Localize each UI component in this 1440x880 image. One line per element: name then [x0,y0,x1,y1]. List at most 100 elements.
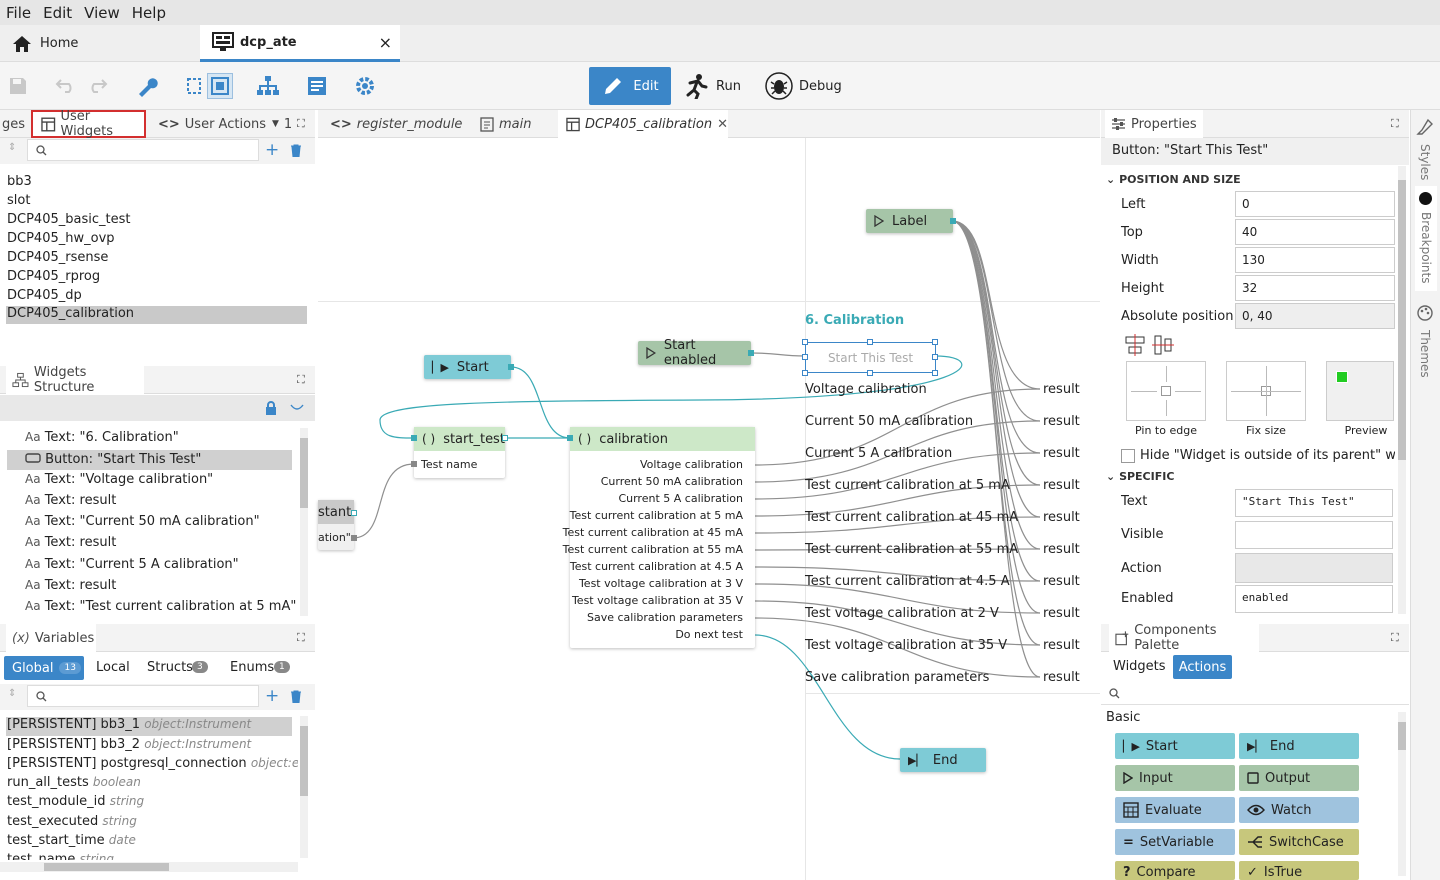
tree-item[interactable]: Aa Text: result [25,578,116,593]
palette-item-compare[interactable]: ? Compare [1115,861,1235,880]
tree-item[interactable]: Aa Text: result [25,535,116,550]
sort-icon[interactable]: ⇕ [8,142,16,153]
align-middle-icon[interactable] [1151,333,1175,357]
palette-item-end[interactable]: ▶▏ End [1239,733,1359,759]
tab-user-actions[interactable]: <> User Actions [158,110,266,138]
close-tab-icon[interactable]: ✕ [717,117,728,132]
resize-handle[interactable] [802,339,808,345]
tab-properties[interactable]: Properties [1105,110,1203,138]
output-port[interactable] [502,435,508,441]
start-this-test-widget[interactable]: Start This Test [805,342,936,373]
frame-icon[interactable] [207,73,233,99]
palette-item-setvariable[interactable]: = SetVariable [1115,829,1235,855]
end-node[interactable]: ▶▏ End [900,748,986,772]
variables-hscrollbar[interactable] [0,862,298,872]
side-tab-themes[interactable]: Themes [1416,304,1434,378]
select-icon[interactable] [183,74,207,98]
menu-edit[interactable]: Edit [37,4,78,22]
palette-item-input[interactable]: Input [1115,765,1235,791]
height-input[interactable]: 32 [1235,275,1395,301]
palette-item-evaluate[interactable]: Evaluate [1115,797,1235,823]
tree-item[interactable]: Aa Text: "6. Calibration" [25,430,179,445]
list-item[interactable]: DCP405_dp [7,288,82,303]
eye-icon[interactable] [290,404,304,412]
debug-mode-button[interactable]: Debug [765,67,855,105]
palette-item-watch[interactable]: Watch [1239,797,1359,823]
text-widget[interactable]: Test current calibration at 55 mA [805,542,1018,557]
section-position-and-size[interactable]: ⌄ POSITION AND SIZE [1106,173,1241,186]
document-icon[interactable] [305,74,329,98]
input-port[interactable] [567,435,573,441]
tab-user-widgets[interactable]: User Widgets [31,109,146,139]
side-tab-breakpoints[interactable]: Breakpoints [1415,186,1437,291]
structure-scrollbar[interactable] [300,428,308,616]
tab-global[interactable]: Global 13 [4,656,84,680]
text-widget[interactable]: Save calibration parameters [805,670,989,685]
maximize-icon[interactable]: ⛶ [297,110,305,138]
maximize-icon[interactable]: ⛶ [297,624,305,652]
tab-widgets-structure[interactable]: Widgets Structure [6,365,144,395]
text-widget[interactable]: Test voltage calibration at 2 V [805,606,999,621]
top-input[interactable]: 40 [1235,219,1395,245]
result-text-widget[interactable]: result [1043,670,1080,685]
visible-input[interactable] [1235,521,1393,549]
tab-project[interactable]: dcp_ate × [200,25,400,62]
output-port[interactable] [351,510,357,516]
text-widget[interactable]: Current 5 A calibration [805,446,952,461]
menu-file[interactable]: File [0,4,37,22]
enabled-input[interactable]: enabled [1235,585,1393,613]
left-input[interactable]: 0 [1235,191,1395,217]
result-text-widget[interactable]: result [1043,510,1080,525]
palette-scrollbar[interactable] [1398,712,1406,876]
list-item[interactable]: DCP405_rsense [7,250,108,265]
input-port[interactable] [411,435,417,441]
maximize-icon[interactable]: ⛶ [1391,110,1399,138]
resize-handle[interactable] [867,370,873,376]
hierarchy-icon[interactable] [256,74,280,98]
tab-home[interactable]: Home [0,25,200,62]
tab-overflow[interactable]: ▼ 1 [272,110,292,138]
resize-handle[interactable] [802,370,808,376]
output-port[interactable] [748,350,754,356]
side-tab-styles[interactable]: Styles [1416,118,1434,180]
text-input[interactable]: "Start This Test" [1235,489,1393,517]
wrench-icon[interactable] [135,74,159,98]
edit-mode-button[interactable]: Edit [589,67,671,105]
variable-row[interactable]: [PERSISTENT] postgresql_connection objec… [7,756,298,771]
align-center-icon[interactable] [1123,333,1147,357]
run-mode-button[interactable]: Run [684,67,754,105]
text-widget[interactable]: Voltage calibration [805,382,927,397]
redo-icon[interactable] [85,74,109,98]
input-port[interactable] [411,461,417,467]
tree-item[interactable]: Aa Text: "Current 50 mA calibration" [25,514,260,529]
pin-to-edge-control[interactable] [1126,361,1206,421]
variable-row[interactable]: test_executed string [7,814,137,829]
text-widget[interactable]: Test voltage calibration at 35 V [805,638,1007,653]
page-title-widget[interactable]: 6. Calibration [805,313,904,328]
settings-icon[interactable] [353,74,377,98]
action-select[interactable] [1235,553,1393,583]
result-text-widget[interactable]: result [1043,478,1080,493]
hide-warning-checkbox[interactable] [1121,449,1135,463]
palette-item-start[interactable]: ▏▶ Start [1115,733,1235,759]
sort-icon[interactable]: ⇕ [8,688,16,699]
start-node[interactable]: ▏▶ Start [424,355,511,379]
palette-item-istrue[interactable]: ✓ IsTrue [1239,861,1359,880]
label-node[interactable]: Label [866,209,953,233]
list-item[interactable]: slot [7,193,30,208]
width-input[interactable]: 130 [1235,247,1395,273]
fix-size-control[interactable] [1226,361,1306,421]
tab-structs[interactable]: Structs [147,660,193,675]
text-widget[interactable]: Test current calibration at 4.5 A [805,574,1010,589]
resize-handle[interactable] [867,339,873,345]
tab-calibration[interactable]: DCP405_calibration ✕ [558,110,728,138]
trash-icon[interactable] [290,144,302,157]
resize-handle[interactable] [802,354,808,360]
result-text-widget[interactable]: result [1043,638,1080,653]
variables-search-input[interactable] [27,685,259,707]
output-port[interactable] [508,364,514,370]
maximize-icon[interactable]: ⛶ [297,366,305,394]
palette-search-input[interactable] [1101,683,1409,705]
palette-item-switchcase[interactable]: SwitchCase [1239,829,1359,855]
result-text-widget[interactable]: result [1043,542,1080,557]
